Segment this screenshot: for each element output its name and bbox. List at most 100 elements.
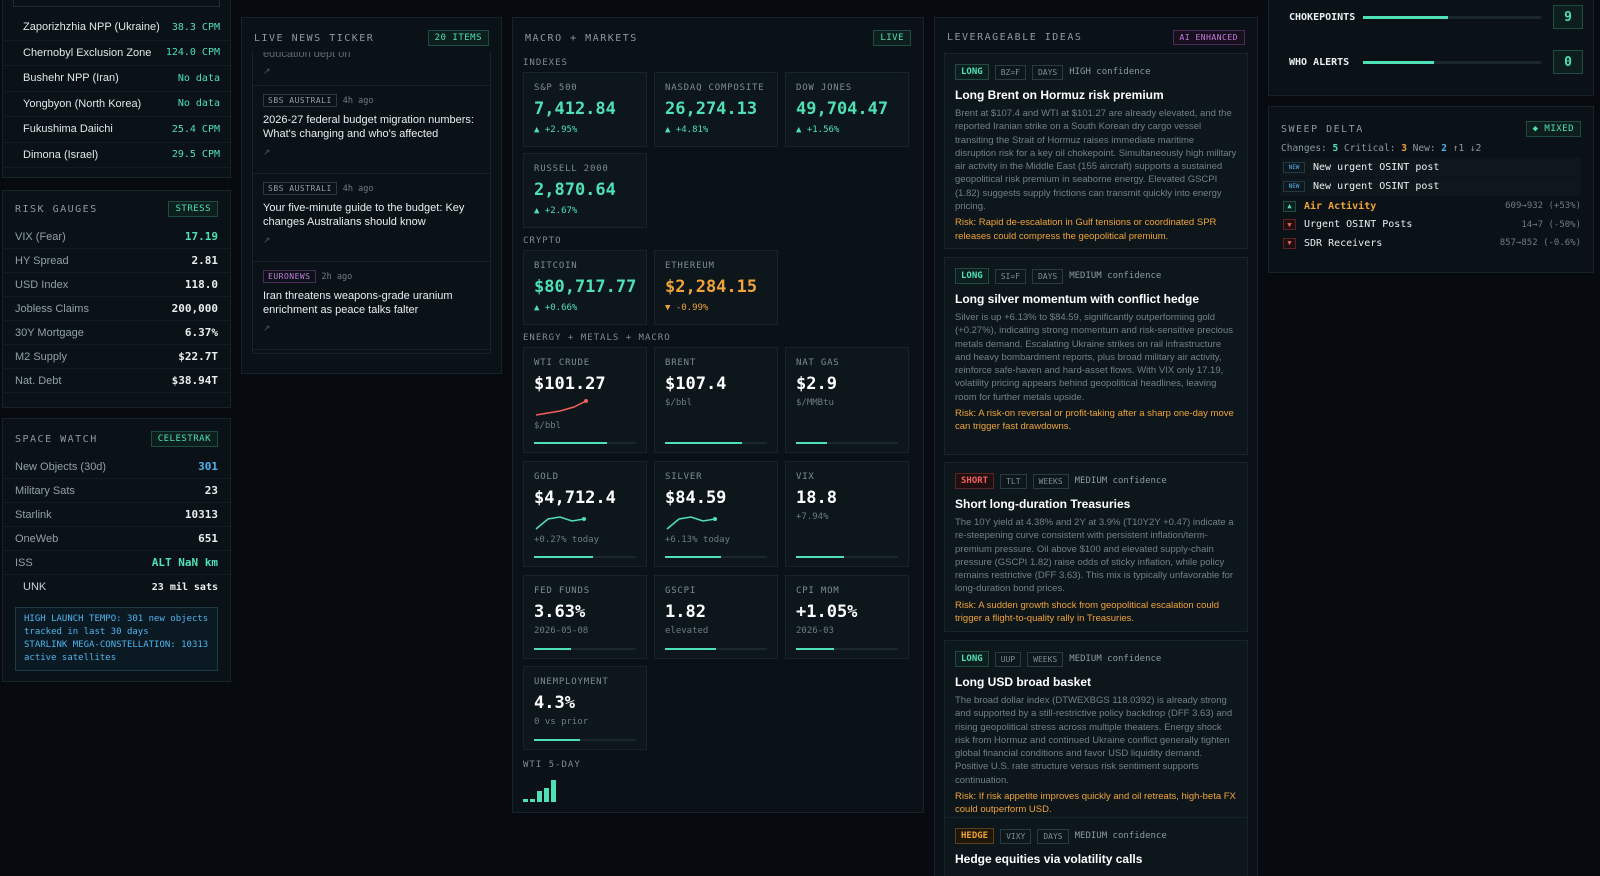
macro-tile[interactable]: CPI MOM +1.05% 2026-03 — [785, 575, 909, 659]
external-link-icon[interactable]: ↗ — [263, 235, 480, 246]
site-name: Chernobyl Exclusion Zone — [23, 46, 152, 59]
index-tile[interactable]: RUSSELL 2000 2,870.64 ▲ +2.67% — [523, 153, 647, 228]
site-row[interactable]: Fukushima Daiichi 25.4 CPM — [3, 117, 230, 143]
space-value: 651 — [198, 532, 218, 545]
index-tile[interactable]: DOW JONES 49,704.47 ▲ +1.56% — [785, 72, 909, 147]
wti-5day-chart — [523, 778, 563, 802]
wti-bar — [523, 798, 528, 802]
risk-label: VIX (Fear) — [15, 230, 66, 243]
site-row[interactable]: Zaporizhzhia NPP (Ukraine) 38.3 CPM — [3, 15, 230, 41]
idea-card[interactable]: HEDGE VIXY DAYS MEDIUM confidence Hedge equi… — [944, 817, 1248, 876]
site-reading: No data — [177, 72, 220, 84]
wti-bar — [551, 780, 556, 802]
space-label: Starlink — [15, 508, 52, 521]
news-headline[interactable]: Your five-minute guide to the budget: Ke… — [263, 201, 480, 229]
idea-title: Long silver momentum with conflict hedge — [955, 292, 1200, 306]
site-row[interactable]: Chernobyl Exclusion Zone 124.0 CPM — [3, 41, 230, 66]
delta-row[interactable]: NEW New urgent OSINT post — [1281, 158, 1581, 177]
news-item[interactable]: EURONEWS 2h ago Iran threatens weapons-gra… — [253, 262, 490, 350]
horizon-tag: DAYS — [1037, 828, 1069, 844]
news-item[interactable]: SBS AUSTRALI 4h ago Your five-minute guide… — [253, 174, 490, 262]
delta-row[interactable]: ▼ Urgent OSINT Posts 14→7 (-50%) — [1281, 216, 1581, 235]
macro-tile[interactable]: SILVER $84.59 +6.13% today — [654, 461, 778, 567]
index-tile[interactable]: NASDAQ COMPOSITE 26,274.13 ▲ +4.81% — [654, 72, 778, 147]
idea-card[interactable]: LONG BZ=F DAYS HIGH confidence Long Brent on… — [944, 53, 1248, 249]
external-link-icon[interactable]: ↗ — [263, 66, 480, 77]
delta-label: Air Activity — [1304, 200, 1377, 212]
tile-label: S&P 500 — [534, 83, 578, 93]
idea-tags: SHORT TLT WEEKS MEDIUM confidence — [955, 473, 1237, 489]
external-link-icon[interactable]: ↗ — [263, 323, 480, 334]
crypto-tile[interactable]: BITCOIN $80,717.77 ▲ +0.66% — [523, 250, 647, 325]
tile-label: BITCOIN — [534, 261, 578, 271]
gauges-panel: CHOKEPOINTS 9 WHO ALERTS 0 — [1268, 0, 1594, 96]
delta-arrows: ↑1 ↓2 — [1452, 143, 1482, 154]
space-label: OneWeb — [15, 532, 59, 545]
tile-label: VIX — [796, 472, 815, 482]
tile-label: BRENT — [665, 358, 697, 368]
sparkline — [666, 516, 717, 530]
delta-label: New urgent OSINT post — [1313, 161, 1440, 173]
tile-subtitle: +6.13% today — [665, 535, 731, 545]
macro-tile[interactable]: UNEMPLOYMENT 4.3% 0 vs prior — [523, 666, 647, 750]
tile-change: ▲ +4.81% — [665, 125, 709, 135]
macro-tile[interactable]: NAT GAS $2.9 $/MMBtu — [785, 347, 909, 453]
section-label: INDEXES — [523, 58, 568, 68]
delta-row[interactable]: NEW New urgent OSINT post — [1281, 177, 1581, 196]
macro-tile[interactable]: VIX 18.8 +7.94% — [785, 461, 909, 567]
risk-value: 118.0 — [184, 278, 218, 291]
gauge-fill — [1363, 15, 1449, 19]
search-field-remnant[interactable] — [13, 0, 220, 7]
tile-change: ▼ -0.99% — [665, 303, 709, 313]
idea-card[interactable]: LONG SI=F DAYS MEDIUM confidence Long silver… — [944, 257, 1248, 455]
section-label: ENERGY + METALS + MACRO — [523, 333, 671, 343]
wti-bar — [544, 787, 549, 802]
macro-tile[interactable]: GSCPI 1.82 elevated — [654, 575, 778, 659]
macro-tile[interactable]: BRENT $107.4 $/bbl — [654, 347, 778, 453]
idea-risk: Risk: A sudden growth shock from geopoli… — [955, 599, 1220, 625]
news-time: 4h ago — [342, 183, 374, 194]
gauge-track — [1363, 60, 1541, 64]
tile-value: $101.27 — [534, 374, 606, 394]
external-link-icon[interactable]: ↗ — [263, 147, 480, 158]
news-item[interactable]: SBS AUSTRALI 4h ago 2026-27 federal budget… — [253, 86, 490, 174]
idea-risk: Risk: If risk appetite improves quickly … — [955, 791, 1236, 816]
crypto-tile[interactable]: ETHEREUM $2,284.15 ▼ -0.99% — [654, 250, 778, 325]
level-bar-fill — [665, 648, 716, 650]
news-list[interactable]: education dept on ↗ SBS AUSTRALI 4h ago 20… — [252, 52, 491, 354]
sparkline-path — [535, 516, 585, 530]
macro-tile[interactable]: FED FUNDS 3.63% 2026-05-08 — [523, 575, 647, 659]
level-bar-fill — [534, 556, 594, 558]
delta-row[interactable]: ▲ Air Activity 609→932 (+53%) — [1281, 197, 1581, 216]
delta-row[interactable]: ▼ SDR Receivers 857→852 (-0.6%) — [1281, 234, 1581, 253]
news-headline[interactable]: Iran threatens weapons-grade uranium enr… — [263, 289, 480, 317]
tile-subtitle: 2026-03 — [796, 626, 834, 636]
sweep-delta-panel: SWEEP DELTA ◆ MIXED Changes: 5 Critical:… — [1268, 106, 1594, 273]
tile-value: $2.9 — [796, 374, 837, 394]
delta-value: 609→932 (+53%) — [1505, 201, 1581, 212]
ticker-tag: SI=F — [994, 268, 1026, 284]
idea-card[interactable]: LONG UUP WEEKS MEDIUM confidence Long USD br… — [944, 640, 1248, 826]
site-row[interactable]: Bushehr NPP (Iran) No data — [3, 66, 230, 92]
macro-tile[interactable]: WTI CRUDE $101.27 $/bbl — [523, 347, 647, 453]
news-item-partial[interactable]: education dept on ↗ — [253, 52, 490, 86]
tile-value: 2,870.64 — [534, 180, 616, 200]
risk-gauges-title: RISK GAUGES — [15, 203, 98, 215]
gauge-label: CHOKEPOINTS — [1289, 11, 1356, 23]
site-reading: 124.0 CPM — [165, 47, 220, 59]
idea-body: The broad dollar index (DTWEXBGS 118.039… — [955, 695, 1233, 786]
risk-label: HY Spread — [15, 254, 69, 267]
index-tile[interactable]: S&P 500 7,412.84 ▲ +2.95% — [523, 72, 647, 147]
tile-value: $80,717.77 — [534, 277, 637, 297]
site-row[interactable]: Yongbyon (North Korea) No data — [3, 92, 230, 117]
tile-label: WTI CRUDE — [534, 358, 590, 368]
idea-card[interactable]: SHORT TLT WEEKS MEDIUM confidence Short long… — [944, 462, 1248, 632]
site-row[interactable]: Dimona (Israel) 29.5 CPM — [3, 143, 230, 168]
macro-tile[interactable]: GOLD $4,712.4 +0.27% today — [523, 461, 647, 567]
space-value: 301 — [198, 460, 218, 473]
tile-label: UNEMPLOYMENT — [534, 677, 609, 687]
direction-tag: SHORT — [955, 473, 995, 489]
section-label: WTI 5-DAY — [523, 760, 581, 770]
idea-risk: Risk: A risk-on reversal or profit-takin… — [955, 408, 1234, 433]
news-headline[interactable]: 2026-27 federal budget migration numbers… — [263, 113, 480, 141]
